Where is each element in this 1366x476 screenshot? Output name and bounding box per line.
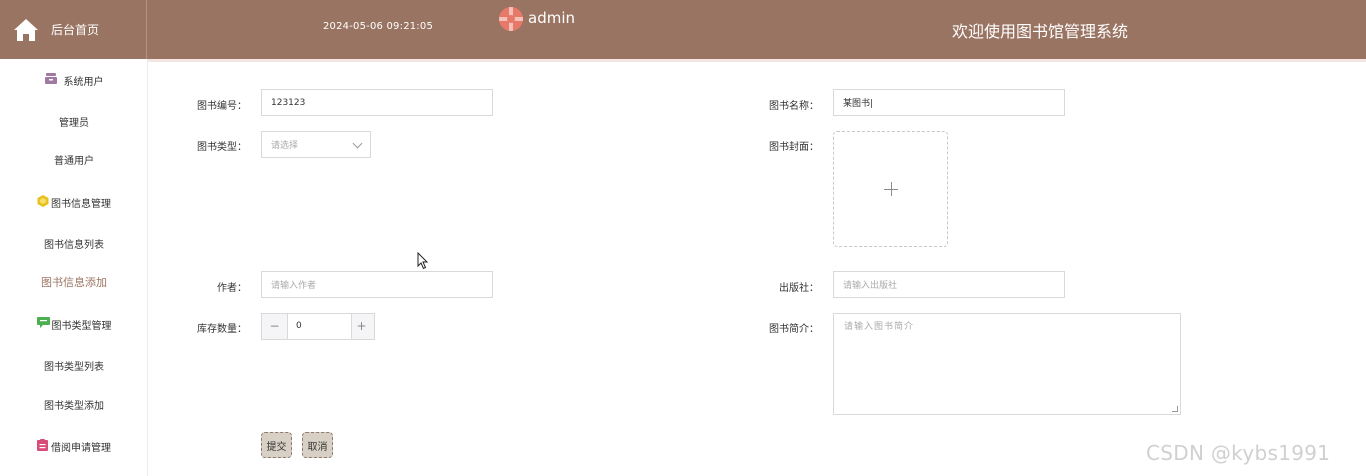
resize-handle-icon[interactable]: [1172, 406, 1178, 412]
sidebar-group-system-users[interactable]: 系统用户: [0, 72, 148, 88]
book-type-select[interactable]: 请选择: [261, 131, 371, 158]
sidebar-group-book-info[interactable]: 图书信息管理: [0, 194, 148, 210]
watermark: CSDN @kybs1991: [1146, 441, 1331, 465]
intro-textarea[interactable]: 请输入图书简介: [833, 313, 1181, 415]
submit-button[interactable]: 提交: [261, 432, 292, 458]
sidebar-group-book-type[interactable]: 图书类型管理: [0, 316, 148, 332]
author-input[interactable]: 请输入作者: [261, 271, 493, 298]
sidebar-group-label: 借阅申请管理: [51, 442, 111, 454]
book-type-icon: [36, 317, 50, 331]
sidebar-item-label: 普通用户: [54, 155, 94, 167]
sidebar-group-label: 图书信息管理: [51, 198, 111, 210]
current-datetime: 2024-05-06 09:21:05: [323, 21, 434, 32]
book-type-placeholder: 请选择: [271, 141, 299, 151]
mouse-cursor-icon: [417, 252, 429, 270]
user-group-icon: [44, 73, 57, 87]
header-divider: [147, 59, 1366, 62]
sidebar-item-admin[interactable]: 管理员: [0, 113, 148, 129]
publisher-label: 出版社：: [779, 283, 819, 294]
cancel-button[interactable]: 取消: [302, 432, 333, 458]
top-header: 后台首页 2024-05-06 09:21:05 admin 欢迎使用图书馆管理…: [0, 0, 1366, 59]
decrement-button[interactable]: −: [262, 314, 287, 339]
sidebar-item-type-add[interactable]: 图书类型添加: [0, 396, 148, 412]
book-no-input[interactable]: 123123: [261, 89, 493, 116]
sidebar-group-label: 系统用户: [63, 76, 104, 88]
book-type-label: 图书类型：: [197, 142, 247, 153]
home-label: 后台首页: [51, 23, 100, 37]
book-name-input[interactable]: 某图书|: [833, 89, 1065, 116]
sidebar-item-label: 图书类型列表: [44, 361, 104, 373]
intro-label: 图书简介：: [769, 324, 819, 335]
book-no-label: 图书编号：: [197, 101, 247, 112]
username[interactable]: admin: [528, 9, 575, 27]
stock-stepper: − 0 +: [261, 313, 375, 340]
sidebar-item-label: 图书信息列表: [44, 239, 104, 251]
home-icon: [14, 18, 38, 41]
welcome-title: 欢迎使用图书馆管理系统: [952, 22, 1129, 41]
home-link[interactable]: 后台首页: [0, 0, 147, 59]
cover-upload[interactable]: [833, 131, 948, 247]
stock-input[interactable]: 0: [287, 313, 352, 340]
sidebar: 系统用户 管理员 普通用户 图书信息管理 图书信息列表 图书信息添加 图书类型管…: [0, 59, 148, 476]
sidebar-item-book-add[interactable]: 图书信息添加: [0, 274, 148, 290]
cover-label: 图书封面：: [769, 142, 819, 153]
book-name-label: 图书名称：: [769, 101, 819, 112]
author-label: 作者：: [217, 283, 247, 294]
sidebar-item-normal-users[interactable]: 普通用户: [0, 151, 148, 167]
avatar-icon: [499, 7, 523, 31]
chevron-down-icon: [352, 138, 363, 149]
avatar[interactable]: [499, 7, 523, 31]
increment-button[interactable]: +: [349, 314, 374, 339]
publisher-input[interactable]: 请输入出版社: [833, 271, 1065, 298]
sidebar-group-label: 图书类型管理: [51, 320, 112, 332]
sidebar-item-label: 图书信息添加: [41, 276, 107, 289]
book-info-icon: [37, 194, 49, 210]
sidebar-item-label: 管理员: [59, 117, 89, 129]
borrow-icon: [37, 438, 48, 454]
stock-label: 库存数量：: [197, 324, 247, 335]
sidebar-item-type-list[interactable]: 图书类型列表: [0, 357, 148, 373]
intro-placeholder: 请输入图书简介: [844, 322, 915, 332]
sidebar-group-borrow[interactable]: 借阅申请管理: [0, 438, 148, 454]
sidebar-item-book-list[interactable]: 图书信息列表: [0, 235, 148, 251]
sidebar-item-label: 图书类型添加: [44, 400, 104, 412]
